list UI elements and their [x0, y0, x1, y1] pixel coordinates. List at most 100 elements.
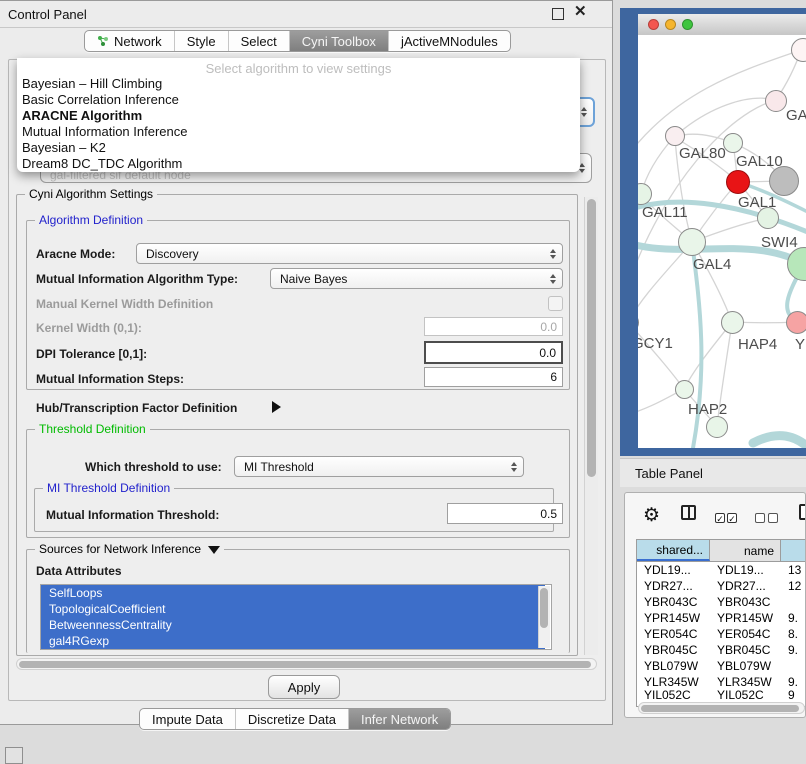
- collapse-arrow-icon[interactable]: [208, 546, 220, 554]
- algorithm-option-selected[interactable]: ARACNE Algorithm: [17, 108, 580, 124]
- mi-algorithm-type-select[interactable]: Naive Bayes: [270, 268, 563, 289]
- table-row[interactable]: YBL079WYBL079W: [637, 658, 806, 674]
- tab-cyni-toolbox[interactable]: Cyni Toolbox: [289, 31, 388, 51]
- list-item[interactable]: TopologicalCoefficient: [41, 601, 545, 617]
- network-node[interactable]: [721, 311, 744, 334]
- table-panel-titlebar: Table Panel: [620, 458, 806, 487]
- column-header-name[interactable]: name: [710, 540, 781, 561]
- kernel-width-label: Kernel Width (0,1):: [36, 321, 142, 335]
- control-panel-titlebar: Control Panel ✕: [0, 1, 612, 28]
- network-canvas[interactable]: GAL GAL80 GAL10 GAL1 SWI4 GAL11 GAL4 GCY…: [638, 35, 806, 448]
- control-panel-window: Control Panel ✕ Network Style Select Cyn…: [0, 0, 613, 725]
- group-title: MI Threshold Definition: [43, 481, 174, 495]
- list-item[interactable]: SelfLoops: [41, 585, 545, 601]
- settings-horizontal-scrollbar[interactable]: [16, 658, 597, 670]
- algorithm-option[interactable]: Basic Correlation Inference: [17, 92, 580, 108]
- tab-select[interactable]: Select: [228, 31, 289, 51]
- which-threshold-select[interactable]: MI Threshold: [234, 456, 524, 477]
- combo-arrows-icon: [511, 462, 517, 472]
- bottom-tabbar: Impute Data Discretize Data Infer Networ…: [139, 708, 451, 730]
- network-node[interactable]: [723, 133, 743, 153]
- table-header-row: shared... name: [637, 540, 806, 562]
- close-panel-icon[interactable]: ✕: [574, 6, 587, 18]
- algorithm-option[interactable]: Bayesian – K2: [17, 140, 580, 156]
- tab-discretize-data[interactable]: Discretize Data: [235, 709, 348, 729]
- dpi-tolerance-input[interactable]: [424, 341, 563, 364]
- close-window-icon[interactable]: [648, 19, 659, 30]
- node-label: Y: [795, 336, 805, 353]
- group-title: Sources for Network Inference: [35, 542, 224, 556]
- network-node[interactable]: [706, 416, 728, 438]
- algorithm-option[interactable]: Bayesian – Hill Climbing: [17, 76, 580, 92]
- node-attribute-table[interactable]: shared... name YDL19...YDL19...13 YDR27.…: [636, 539, 806, 707]
- control-panel-tabbar: Network Style Select Cyni Toolbox jActiv…: [84, 30, 511, 52]
- column-header-extra[interactable]: [781, 540, 806, 561]
- network-node[interactable]: [678, 228, 706, 256]
- node-label: GAL: [786, 107, 806, 124]
- dpi-tolerance-label: DPI Tolerance [0,1]:: [36, 347, 147, 361]
- settings-vertical-scrollbar[interactable]: [584, 197, 598, 655]
- list-item[interactable]: gal4RGexp: [41, 633, 545, 649]
- table-panel-body: ⚙ ✓✓ shared... name YDL19...YDL19...13 Y…: [624, 492, 806, 718]
- tab-style[interactable]: Style: [174, 31, 228, 51]
- network-tab-icon: [97, 35, 109, 47]
- manual-kernel-label: Manual Kernel Width Definition: [36, 297, 213, 311]
- tab-network[interactable]: Network: [85, 31, 174, 51]
- algorithm-option[interactable]: Mutual Information Inference: [17, 124, 580, 140]
- table-row[interactable]: YBR045CYBR045C9.: [637, 642, 806, 658]
- table-panel-title: Table Panel: [635, 466, 703, 481]
- network-window-titlebar[interactable]: [638, 14, 806, 36]
- network-node[interactable]: [665, 126, 685, 146]
- data-attributes-label: Data Attributes: [36, 564, 122, 578]
- kernel-width-input[interactable]: [424, 317, 563, 336]
- network-node[interactable]: [786, 311, 806, 334]
- tab-infer-network[interactable]: Infer Network: [348, 709, 450, 729]
- table-row[interactable]: YER054CYER054C8.: [637, 626, 806, 642]
- checked-columns-icon[interactable]: ✓✓: [715, 509, 737, 527]
- aracne-mode-select[interactable]: Discovery: [136, 243, 563, 264]
- manual-kernel-checkbox[interactable]: [548, 296, 563, 311]
- network-node-selected[interactable]: [726, 170, 750, 194]
- group-title: Algorithm Definition: [35, 213, 147, 227]
- list-vertical-scrollbar[interactable]: [538, 586, 550, 648]
- column-header-shared[interactable]: shared...: [637, 540, 710, 561]
- gear-icon[interactable]: ⚙: [643, 506, 660, 525]
- node-label: GCY1: [638, 335, 673, 352]
- tab-impute-data[interactable]: Impute Data: [140, 709, 235, 729]
- network-node[interactable]: [765, 90, 787, 112]
- aracne-mode-label: Aracne Mode:: [36, 247, 115, 261]
- node-label: GAL11: [642, 204, 688, 221]
- apply-button[interactable]: Apply: [268, 675, 340, 699]
- tab-jactivemnodules[interactable]: jActiveMNodules: [388, 31, 510, 51]
- mi-steps-input[interactable]: [424, 367, 563, 387]
- float-panel-icon[interactable]: [552, 8, 564, 20]
- network-node[interactable]: [757, 207, 779, 229]
- algorithm-placeholder: Select algorithm to view settings: [17, 58, 580, 76]
- node-label: HAP2: [688, 401, 727, 418]
- algorithm-option[interactable]: Dream8 DC_TDC Algorithm: [17, 156, 580, 172]
- table-row[interactable]: YLR345WYLR345W9.: [637, 674, 806, 690]
- table-row[interactable]: YDL19...YDL19...13: [637, 562, 806, 578]
- table-row[interactable]: YPR145WYPR145W9.: [637, 610, 806, 626]
- zoom-window-icon[interactable]: [682, 19, 693, 30]
- mi-steps-label: Mutual Information Steps:: [36, 372, 184, 386]
- list-item[interactable]: BetweennessCentrality: [41, 617, 545, 633]
- minimize-window-icon[interactable]: [665, 19, 676, 30]
- mi-threshold-input[interactable]: [447, 503, 563, 524]
- data-attributes-list[interactable]: SelfLoops TopologicalCoefficient Between…: [40, 584, 552, 650]
- table-horizontal-scrollbar[interactable]: [638, 702, 805, 714]
- expand-arrow-icon[interactable]: [272, 401, 281, 413]
- node-label: HAP4: [738, 336, 777, 353]
- table-row[interactable]: YDR27...YDR27...12: [637, 578, 806, 594]
- split-columns-icon[interactable]: [681, 505, 696, 520]
- unchecked-columns-icon[interactable]: [755, 510, 778, 528]
- table-row[interactable]: YBR043CYBR043C: [637, 594, 806, 610]
- new-table-icon[interactable]: [799, 504, 806, 520]
- network-view-frame: GAL GAL80 GAL10 GAL1 SWI4 GAL11 GAL4 GCY…: [620, 8, 806, 456]
- table-row[interactable]: YIL052CYIL052C9: [637, 690, 806, 700]
- hub-definition-label: Hub/Transcription Factor Definition: [36, 401, 237, 415]
- minimized-panel-icon[interactable]: [5, 747, 23, 764]
- network-node[interactable]: [769, 166, 799, 196]
- group-title: Threshold Definition: [35, 422, 150, 436]
- network-node[interactable]: [675, 380, 694, 399]
